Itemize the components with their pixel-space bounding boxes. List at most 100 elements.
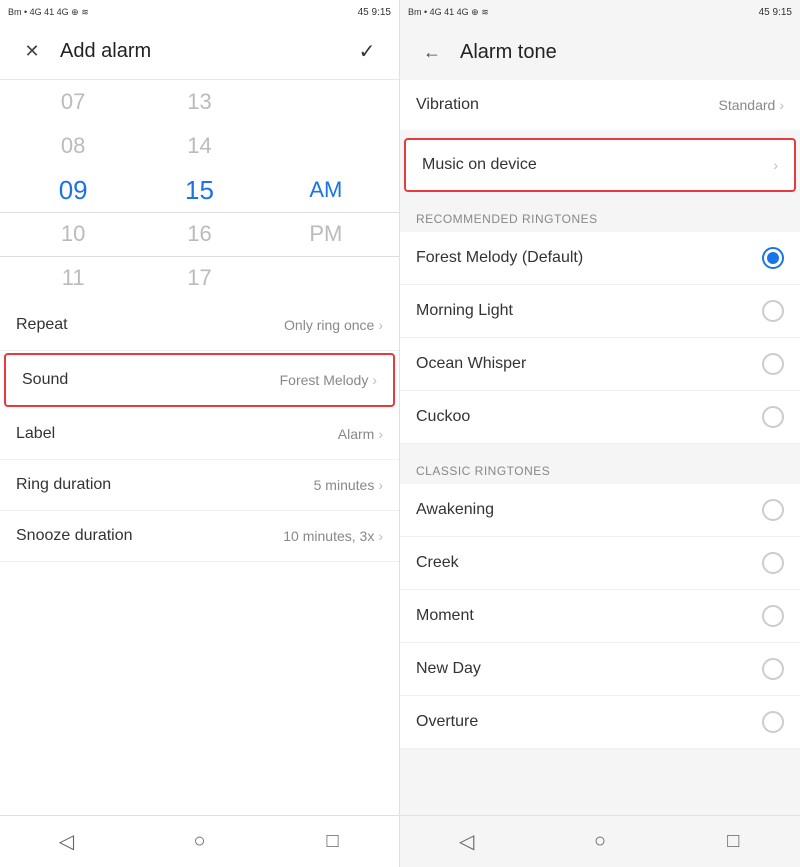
ringtone-forest-melody[interactable]: Forest Melody (Default) xyxy=(400,232,800,285)
ringtone-morning-light[interactable]: Morning Light xyxy=(400,285,800,338)
ringtone-overture-radio[interactable] xyxy=(762,711,784,733)
repeat-chevron: › xyxy=(378,317,383,333)
right-status-right: 45 9:15 xyxy=(759,7,792,18)
label-label: Label xyxy=(16,425,55,443)
music-on-device-label: Music on device xyxy=(422,156,537,174)
recommended-section-header: RECOMMENDED RINGTONES xyxy=(400,200,800,232)
repeat-value: Only ring once › xyxy=(284,317,383,333)
minute-column: 13 14 15 16 17 xyxy=(136,80,262,300)
ringtone-moment-label: Moment xyxy=(416,607,474,625)
ringtone-ocean-whisper-label: Ocean Whisper xyxy=(416,355,526,373)
ring-duration-chevron: › xyxy=(378,477,383,493)
ringtone-awakening-label: Awakening xyxy=(416,501,494,519)
label-item[interactable]: Label Alarm › xyxy=(0,409,399,460)
ringtone-new-day-label: New Day xyxy=(416,660,481,678)
classic-section-header: CLASSIC RINGTONES xyxy=(400,452,800,484)
period-pm[interactable]: PM xyxy=(263,212,389,256)
save-button[interactable]: ✓ xyxy=(351,36,383,68)
label-value: Alarm › xyxy=(338,426,383,442)
vibration-label: Vibration xyxy=(416,96,479,114)
ringtone-creek[interactable]: Creek xyxy=(400,537,800,590)
left-status-bar: Bm • 4G 41 4G ⊕ ≋ 45 9:15 xyxy=(0,0,399,24)
left-status-battery: 45 9:15 xyxy=(358,7,391,18)
ringtone-new-day[interactable]: New Day xyxy=(400,643,800,696)
right-status-bar: Bm • 4G 41 4G ⊕ ≋ 45 9:15 xyxy=(400,0,800,24)
ringtone-cuckoo[interactable]: Cuckoo xyxy=(400,391,800,444)
right-nav-bar: ◁ ○ □ xyxy=(400,815,800,867)
right-home-nav-icon[interactable]: ○ xyxy=(576,818,624,866)
hour-column: 07 08 09 10 11 xyxy=(10,80,136,300)
repeat-label: Repeat xyxy=(16,316,68,334)
alarm-tone-title: Alarm tone xyxy=(460,41,784,64)
vibration-row[interactable]: Vibration Standard › xyxy=(400,80,800,130)
ringtone-ocean-whisper[interactable]: Ocean Whisper xyxy=(400,338,800,391)
snooze-duration-value: 10 minutes, 3x › xyxy=(283,528,383,544)
ringtone-forest-melody-label: Forest Melody (Default) xyxy=(416,249,583,267)
ring-duration-value: 5 minutes › xyxy=(314,477,383,493)
vibration-chevron: › xyxy=(779,97,784,113)
classic-ringtone-list: Awakening Creek Moment New Day Overture xyxy=(400,484,800,749)
left-nav-bar: ◁ ○ □ xyxy=(0,815,399,867)
recents-nav-icon[interactable]: □ xyxy=(309,818,357,866)
close-button[interactable]: ✕ xyxy=(16,36,48,68)
repeat-item[interactable]: Repeat Only ring once › xyxy=(0,300,399,351)
minute-15[interactable]: 15 xyxy=(136,168,262,212)
minute-17[interactable]: 17 xyxy=(136,256,262,300)
ringtone-morning-light-radio[interactable] xyxy=(762,300,784,322)
back-nav-icon[interactable]: ◁ xyxy=(43,818,91,866)
alarm-tone-back-button[interactable]: ← xyxy=(416,36,448,68)
minute-14[interactable]: 14 xyxy=(136,124,262,168)
hour-10[interactable]: 10 xyxy=(10,212,136,256)
hour-09[interactable]: 09 xyxy=(10,168,136,212)
sound-chevron: › xyxy=(372,372,377,388)
label-chevron: › xyxy=(378,426,383,442)
period-column: AM PM xyxy=(263,80,389,300)
time-picker: 07 08 09 10 11 13 14 15 16 17 AM PM xyxy=(0,80,399,300)
sound-value: Forest Melody › xyxy=(280,372,377,388)
ringtone-awakening-radio[interactable] xyxy=(762,499,784,521)
hour-08[interactable]: 08 xyxy=(10,124,136,168)
minute-13[interactable]: 13 xyxy=(136,80,262,124)
time-columns: 07 08 09 10 11 13 14 15 16 17 AM PM xyxy=(0,80,399,300)
ringtone-moment-radio[interactable] xyxy=(762,605,784,627)
music-on-device-chevron: › xyxy=(773,157,778,173)
vibration-value-text: Standard xyxy=(719,97,776,113)
left-status-left: Bm • 4G 41 4G ⊕ ≋ xyxy=(8,7,89,18)
right-status-carrier: Bm • 4G 41 4G ⊕ ≋ xyxy=(408,7,489,18)
hour-11[interactable]: 11 xyxy=(10,256,136,300)
sound-label: Sound xyxy=(22,371,68,389)
ringtone-moment[interactable]: Moment xyxy=(400,590,800,643)
ringtone-morning-light-label: Morning Light xyxy=(416,302,513,320)
recommended-ringtone-list: Forest Melody (Default) Morning Light Oc… xyxy=(400,232,800,444)
music-on-device-item[interactable]: Music on device › xyxy=(404,138,796,192)
vibration-value: Standard › xyxy=(719,97,785,113)
minute-16[interactable]: 16 xyxy=(136,212,262,256)
ringtone-cuckoo-radio[interactable] xyxy=(762,406,784,428)
ringtone-ocean-whisper-radio[interactable] xyxy=(762,353,784,375)
ringtone-creek-radio[interactable] xyxy=(762,552,784,574)
ringtone-overture-label: Overture xyxy=(416,713,478,731)
sound-item[interactable]: Sound Forest Melody › xyxy=(4,353,395,407)
left-panel: Bm • 4G 41 4G ⊕ ≋ 45 9:15 ✕ Add alarm ✓ … xyxy=(0,0,400,867)
period-am[interactable]: AM xyxy=(263,168,389,212)
ringtone-creek-label: Creek xyxy=(416,554,459,572)
ringtone-cuckoo-label: Cuckoo xyxy=(416,408,470,426)
left-top-bar: ✕ Add alarm ✓ xyxy=(0,24,399,80)
right-panel: Bm • 4G 41 4G ⊕ ≋ 45 9:15 ← Alarm tone V… xyxy=(400,0,800,867)
right-recents-nav-icon[interactable]: □ xyxy=(709,818,757,866)
ring-duration-item[interactable]: Ring duration 5 minutes › xyxy=(0,460,399,511)
snooze-duration-label: Snooze duration xyxy=(16,527,133,545)
home-nav-icon[interactable]: ○ xyxy=(176,818,224,866)
hour-07[interactable]: 07 xyxy=(10,80,136,124)
left-status-right: 45 9:15 xyxy=(358,7,391,18)
snooze-duration-item[interactable]: Snooze duration 10 minutes, 3x › xyxy=(0,511,399,562)
ringtone-overture[interactable]: Overture xyxy=(400,696,800,749)
right-status-battery: 45 9:15 xyxy=(759,7,792,18)
ringtone-awakening[interactable]: Awakening xyxy=(400,484,800,537)
ringtone-forest-melody-radio[interactable] xyxy=(762,247,784,269)
settings-list: Repeat Only ring once › Sound Forest Mel… xyxy=(0,300,399,815)
right-top-bar: ← Alarm tone xyxy=(400,24,800,80)
ringtone-new-day-radio[interactable] xyxy=(762,658,784,680)
left-status-carrier: Bm • 4G 41 4G ⊕ ≋ xyxy=(8,7,89,18)
right-back-nav-icon[interactable]: ◁ xyxy=(443,818,491,866)
